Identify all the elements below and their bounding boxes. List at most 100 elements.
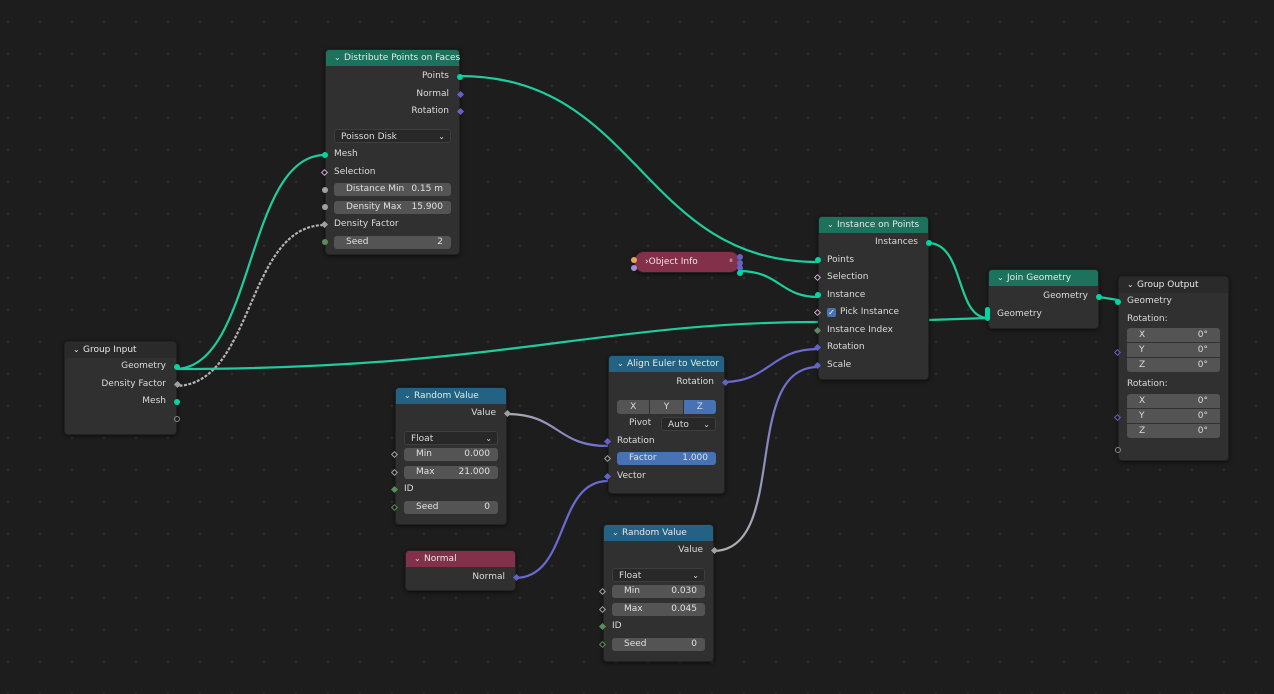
factor-slider[interactable]: Factor 1.000 [617, 452, 716, 465]
output-density-factor: Density Factor [65, 376, 182, 394]
chevron-down-icon[interactable]: ⌄ [997, 270, 1007, 286]
node-header[interactable]: ⌄ Instance on Points [819, 217, 928, 233]
min-field[interactable]: Min 0.000 [404, 448, 498, 461]
geometry-socket[interactable] [926, 239, 932, 246]
max-field[interactable]: Max 21.000 [404, 465, 498, 479]
geometry-socket[interactable] [322, 151, 328, 158]
geometry-socket[interactable] [1115, 298, 1121, 305]
align-euler-node[interactable]: ⌄ Align Euler to Vector Rotation X Y Z Pi… [603, 355, 730, 494]
node-header[interactable]: ⌄ Random Value [604, 525, 713, 541]
input-mesh: Mesh [322, 146, 459, 164]
data-type-dropdown[interactable]: Float ⌄ [612, 567, 705, 582]
empty-socket-row [1115, 442, 1228, 460]
random-value-node-1[interactable]: ⌄ Random Value Value Float ⌄ Min 0.000 Max 2… [390, 387, 512, 525]
seed-field[interactable]: Seed 0 [612, 637, 705, 651]
chevron-down-icon[interactable]: ⌄ [612, 525, 622, 541]
geometry-socket[interactable] [815, 257, 821, 264]
data-type-dropdown[interactable]: Float ⌄ [404, 430, 498, 445]
node-header[interactable]: ⌄ Normal [406, 551, 515, 567]
node-header[interactable]: ⌄ Group Input [65, 342, 176, 358]
geometry-socket[interactable] [1096, 293, 1102, 300]
normal-node[interactable]: ⌄ Normal Normal [405, 550, 521, 591]
input-factor: Factor 1.000 [603, 450, 724, 468]
axis-y-button[interactable]: Y [650, 399, 683, 414]
seed-field[interactable]: Seed 2 [334, 235, 451, 249]
type-row: Float ⌄ [396, 429, 506, 447]
rotation-y-field[interactable]: Y 0° [1127, 408, 1220, 423]
chevron-down-icon[interactable]: ⌄ [1127, 277, 1137, 293]
input-seed: Seed 2 [322, 234, 459, 252]
input-geometry: Geometry [1115, 293, 1228, 311]
geometry-socket[interactable] [174, 398, 180, 405]
node-header[interactable]: ›Object Info [635, 252, 739, 272]
geometry-socket[interactable] [737, 270, 743, 276]
seed-field[interactable]: Seed 0 [404, 500, 498, 514]
axis-x-button[interactable]: X [617, 399, 650, 414]
output-value: Value [396, 405, 512, 423]
chevron-down-icon[interactable]: ⌄ [334, 50, 344, 66]
distribution-mode-dropdown[interactable]: Poisson Disk ⌄ [334, 128, 451, 143]
instance-on-points-node[interactable]: ⌄ Instance on Points Instances Points Sel… [813, 216, 932, 380]
chevron-down-icon[interactable]: ⌄ [404, 388, 414, 404]
type-row: Float ⌄ [604, 566, 713, 584]
input-seed: Seed 0 [598, 636, 713, 654]
float-socket[interactable] [322, 204, 328, 211]
group-output-node[interactable]: ⌄ Group Output Geometry Rotation: X 0° Y 0°… [1113, 276, 1229, 461]
object-info-node[interactable]: ›Object Info ⏸ [631, 251, 743, 276]
multi-input-socket[interactable] [985, 307, 990, 322]
input-min: Min 0.030 [598, 583, 713, 601]
output-rotation: Rotation [609, 374, 730, 392]
geometry-socket[interactable] [457, 73, 463, 80]
distance-min-field[interactable]: Distance Min 0.15 m [334, 183, 451, 196]
node-header[interactable]: ⌄ Random Value [396, 388, 506, 404]
output-value: Value [604, 542, 719, 560]
pick-instance-checkbox[interactable]: ✓ [827, 308, 836, 317]
chevron-down-icon: ⌄ [438, 131, 445, 141]
chevron-down-icon[interactable]: ⌄ [617, 356, 627, 372]
chevron-down-icon[interactable]: ⌄ [827, 217, 837, 233]
boolean-socket[interactable] [631, 265, 637, 271]
chevron-down-icon[interactable]: ⌄ [414, 551, 424, 567]
axis-selector: X Y Z [617, 399, 716, 414]
node-header[interactable]: ⌄ Group Output [1119, 277, 1228, 293]
rotation-label-1: Rotation: [1127, 313, 1168, 324]
output-normal: Normal [326, 86, 465, 104]
pivot-dropdown[interactable]: Auto ⌄ [661, 417, 716, 431]
geometry-socket[interactable] [174, 363, 180, 370]
random-value-node-2[interactable]: ⌄ Random Value Value Float ⌄ Min 0.030 Max 0… [598, 524, 719, 662]
join-geometry-node[interactable]: ⌄ Join Geometry Geometry Geometry [985, 269, 1102, 329]
node-header[interactable]: ⌄ Align Euler to Vector [609, 356, 724, 372]
rotation-z-field[interactable]: Z 0° [1127, 358, 1220, 372]
distribute-points-node[interactable]: ⌄ Distribute Points on Faces Points Norma… [320, 49, 465, 255]
geometry-socket[interactable] [815, 292, 821, 299]
output-instances: Instances [819, 234, 932, 252]
max-field[interactable]: Max 0.045 [612, 602, 705, 616]
node-header[interactable]: ⌄ Join Geometry [989, 270, 1098, 286]
output-geometry: Geometry [989, 288, 1102, 306]
vector-socket[interactable] [1113, 348, 1122, 356]
input-scale: Scale [813, 357, 928, 375]
group-input-node[interactable]: ⌄ Group Input Geometry Density Factor Mes… [64, 341, 182, 435]
input-vector: Vector [603, 468, 724, 486]
density-max-field[interactable]: Density Max 15.900 [334, 200, 451, 214]
chevron-down-icon[interactable]: ⌄ [73, 342, 83, 358]
integer-socket[interactable] [322, 239, 328, 246]
object-socket[interactable] [631, 257, 637, 263]
float-socket[interactable] [322, 186, 328, 193]
empty-socket[interactable] [1115, 447, 1121, 454]
min-field[interactable]: Min 0.030 [612, 585, 705, 598]
input-points: Points [815, 252, 928, 270]
input-id: ID [390, 481, 506, 499]
pivot-row: Pivot Auto ⌄ [609, 415, 724, 433]
input-max: Max 21.000 [390, 464, 506, 482]
rotation-y-field[interactable]: Y 0° [1127, 343, 1220, 357]
input-seed: Seed 0 [390, 499, 506, 517]
input-density-factor: Density Factor [320, 216, 459, 234]
rotation-x-field[interactable]: X 0° [1127, 328, 1220, 342]
rotation-x-field[interactable]: X 0° [1127, 393, 1220, 408]
rotation-z-field[interactable]: Z 0° [1127, 423, 1220, 438]
output-rotation: Rotation [326, 103, 465, 121]
axis-z-button[interactable]: Z [683, 399, 716, 414]
input-instance: Instance [815, 287, 928, 305]
node-header[interactable]: ⌄ Distribute Points on Faces [326, 50, 460, 66]
